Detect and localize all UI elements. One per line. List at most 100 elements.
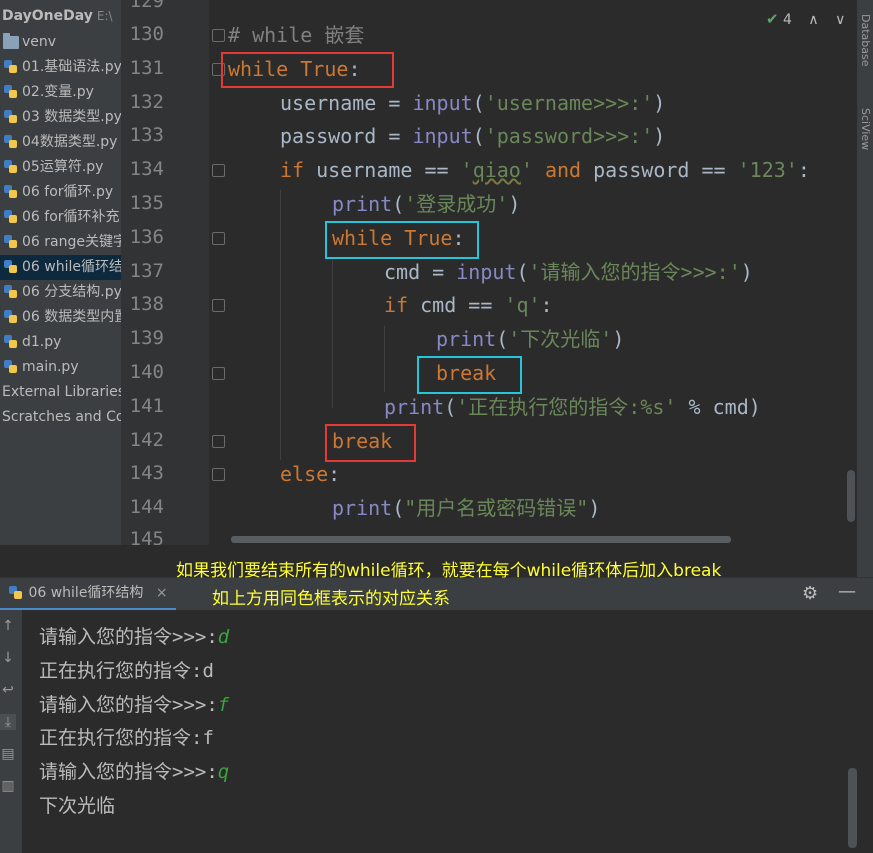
tree-item[interactable]: 04数据类型.py <box>0 130 121 155</box>
code-token: : <box>797 158 810 183</box>
code-line[interactable]: password = input('password>>>:') <box>280 119 665 153</box>
code-token: input <box>412 124 473 149</box>
fold-marker-icon[interactable] <box>212 29 225 42</box>
tree-item[interactable]: d1.py <box>0 330 121 355</box>
inspection-widget[interactable]: ✔ 4 ∧ ∨ <box>766 10 845 32</box>
arrow-up-icon[interactable]: ↑ <box>0 618 16 634</box>
console-user-input: d <box>217 626 230 648</box>
console-line: 下次光临 <box>39 791 115 818</box>
python-file-icon <box>3 284 19 300</box>
indent-guide <box>384 326 385 392</box>
code-token: password == <box>581 158 738 183</box>
tree-item-label: 04数据类型.py <box>22 134 118 150</box>
fold-marker-icon[interactable] <box>212 434 225 448</box>
outer-break-box <box>325 424 416 462</box>
python-file-icon <box>3 234 19 250</box>
console-line: 请输入您的指令>>>:d <box>39 622 229 649</box>
fold-marker-icon[interactable] <box>212 299 225 313</box>
code-token: 'q' <box>504 293 541 318</box>
code-token: ) <box>612 327 625 352</box>
line-number: 134 <box>129 158 164 181</box>
tree-item[interactable]: External Libraries <box>0 380 121 405</box>
sciview-tab[interactable]: SciView <box>859 108 872 150</box>
editor-vertical-scrollbar[interactable] <box>847 470 855 522</box>
console-line: 正在执行您的指令:f <box>39 723 214 750</box>
project-header[interactable]: DayOneDay E:\ <box>2 8 113 24</box>
console-text: 请输入您的指令>>>: <box>39 693 218 716</box>
fold-marker-icon[interactable] <box>212 367 225 380</box>
code-line[interactable]: # while 嵌套 <box>228 18 364 52</box>
line-number: 131 <box>129 56 164 79</box>
tree-item[interactable]: main.py <box>0 355 121 380</box>
python-file-icon <box>3 109 19 125</box>
project-name: DayOneDay <box>2 8 93 24</box>
run-console[interactable]: 请输入您的指令>>>:d 正在执行您的指令:d 请输入您的指令>>>:f 正在执行您的… <box>22 610 873 853</box>
code-editor[interactable]: 129 145 130 131 132 133 134 135 136 137 138 139 14… <box>121 0 857 545</box>
scroll-to-end-icon[interactable]: ⤓ <box>0 714 16 730</box>
tree-item[interactable]: 01.基础语法.py <box>0 55 121 80</box>
arrow-down-icon[interactable]: ↓ <box>0 650 16 666</box>
code-line[interactable]: print("用户名或密码错误") <box>332 491 600 525</box>
python-file-icon <box>3 134 19 150</box>
code-line[interactable]: print('下次光临') <box>436 322 624 356</box>
tree-item[interactable]: 06 数据类型内置 <box>0 305 121 330</box>
tree-item-label: 05运算符.py <box>22 159 104 175</box>
project-path: E:\ <box>96 9 113 23</box>
console-text: 正在执行您的指令:f <box>39 727 214 750</box>
console-text: 请输入您的指令>>>: <box>39 761 218 784</box>
tree-item-label: 06 for循环.py <box>22 184 114 200</box>
line-number: 140 <box>129 361 164 383</box>
code-line[interactable]: print('正在执行您的指令:%s' % cmd) <box>384 390 761 424</box>
tree-item[interactable]: 06 分支结构.py <box>0 280 121 305</box>
check-icon: ✔ <box>766 10 779 28</box>
tree-item[interactable]: Scratches and Consoles <box>0 405 121 430</box>
annotation-overlay: 如果我们要结束所有的while循环，就要在每个while循环体后加入break … <box>0 548 873 610</box>
editor-horizontal-scrollbar[interactable] <box>231 536 731 543</box>
chevron-down-icon[interactable]: ∨ <box>835 12 845 28</box>
python-file-icon <box>3 159 19 175</box>
soft-wrap-icon[interactable]: ↩ <box>0 682 16 698</box>
code-line[interactable]: if username == 'qiao' and password == '1… <box>280 153 810 187</box>
code-token: cmd = <box>384 259 457 284</box>
trash-icon[interactable]: ▥ <box>0 778 16 794</box>
code-token: username == <box>304 158 461 183</box>
code-token: print <box>332 496 393 521</box>
line-number: 133 <box>129 124 164 147</box>
code-token: ) <box>508 192 521 216</box>
code-token: ) <box>740 259 753 284</box>
code-line[interactable]: print('登录成功') <box>332 187 520 221</box>
code-token: password = <box>280 124 413 149</box>
tree-item[interactable]: 06 for循环补充 <box>0 205 121 230</box>
tree-item-label: 06 range关键字 <box>22 234 121 250</box>
tree-item[interactable]: venv <box>0 30 121 55</box>
code-line[interactable]: else: <box>280 457 340 491</box>
tree-item[interactable]: 05运算符.py <box>0 155 121 180</box>
tree-item[interactable]: 03 数据类型.py <box>0 105 121 130</box>
console-user-input: q <box>217 761 230 784</box>
chevron-up-icon[interactable]: ∧ <box>808 12 818 28</box>
database-tab[interactable]: Database <box>859 14 872 67</box>
fold-marker-icon[interactable] <box>212 468 225 482</box>
code-line[interactable]: cmd = input('请输入您的指令>>>:') <box>384 255 753 289</box>
code-token: ( <box>516 259 529 284</box>
console-line: 正在执行您的指令:d <box>39 656 214 683</box>
line-number: 142 <box>129 428 164 451</box>
tree-item[interactable]: 06 range关键字 <box>0 230 121 255</box>
code-token: else <box>280 462 329 487</box>
code-token: and <box>544 158 582 183</box>
code-line[interactable]: if cmd == 'q': <box>384 288 553 322</box>
code-token: # while 嵌套 <box>228 23 365 47</box>
tree-item[interactable]: 06 while循环结构 <box>0 255 121 280</box>
tree-item-label: 06 数据类型内置 <box>22 309 121 325</box>
code-line[interactable]: username = input('username>>>:') <box>280 86 665 120</box>
code-token: input <box>412 90 473 115</box>
tree-item[interactable]: 06 for循环.py <box>0 180 121 205</box>
fold-marker-icon[interactable] <box>212 164 225 178</box>
fold-marker-icon[interactable] <box>212 231 225 245</box>
console-scrollbar[interactable] <box>848 768 857 848</box>
tree-item-label: 06 分支结构.py <box>22 284 121 300</box>
print-icon[interactable]: ▤ <box>0 746 16 762</box>
run-side-tools: ↑ ↓ ↩ ⤓ ▤ ▥ <box>0 610 22 853</box>
tree-item[interactable]: 02.变量.py <box>0 80 121 105</box>
tree-item-label: d1.py <box>22 334 62 350</box>
